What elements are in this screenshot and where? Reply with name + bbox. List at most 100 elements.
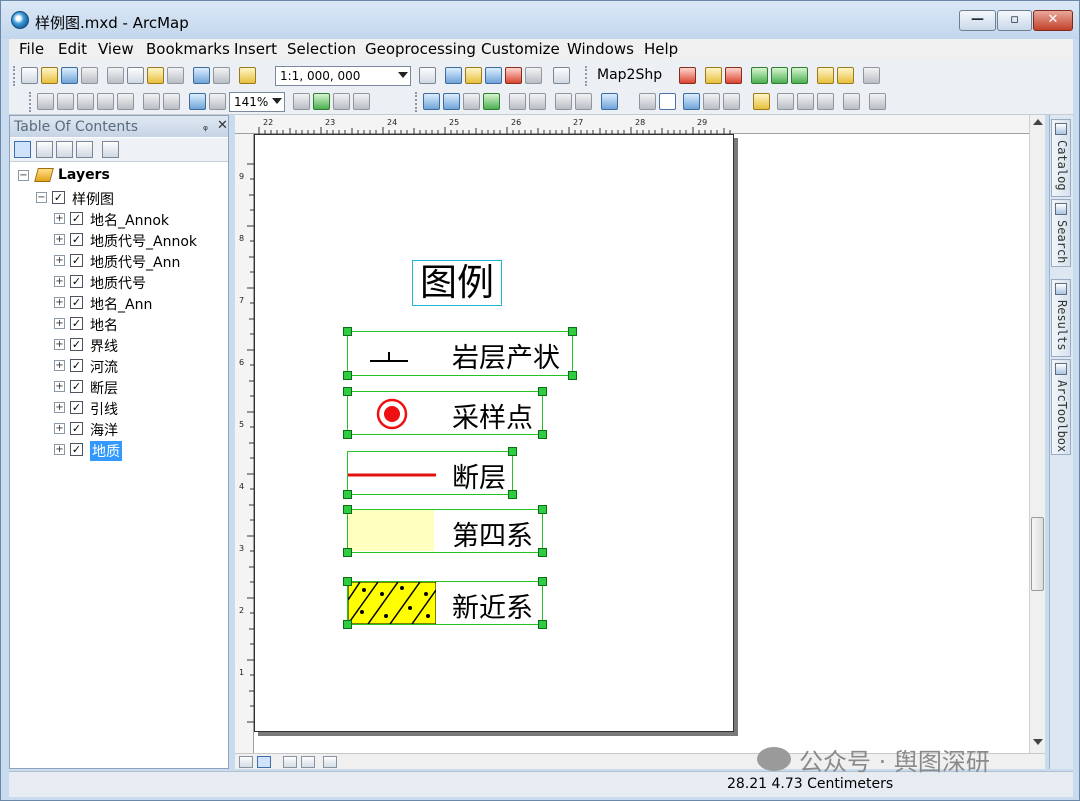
layer-row[interactable]: + ✓ 地名_Ann — [16, 293, 216, 313]
find-binoculars-icon[interactable] — [777, 93, 794, 110]
viewer-window-icon[interactable] — [869, 93, 886, 110]
expand-icon[interactable]: + — [54, 255, 65, 266]
selection-handle[interactable] — [538, 430, 547, 439]
menu-geoprocessing[interactable]: Geoprocessing — [365, 40, 476, 58]
go-back-extent-icon[interactable] — [189, 93, 206, 110]
menu-file[interactable]: File — [19, 40, 44, 58]
fixed-zoom-in-icon[interactable] — [143, 93, 160, 110]
legend-title[interactable]: 图例 — [412, 260, 502, 306]
dock-tab-catalog[interactable]: Catalog — [1051, 119, 1071, 197]
expand-icon[interactable]: + — [54, 318, 65, 329]
map2shp-convert-icon[interactable] — [837, 67, 854, 84]
layout-zoom-out-icon[interactable] — [57, 93, 74, 110]
layer-row-selected[interactable]: + ✓ 地质 — [16, 440, 216, 461]
vertical-scrollbar[interactable] — [1029, 115, 1045, 755]
redo-icon[interactable] — [213, 67, 230, 84]
zoom-100-percent-icon[interactable] — [117, 93, 134, 110]
identify-icon[interactable] — [683, 93, 700, 110]
menu-windows[interactable]: Windows — [567, 40, 634, 58]
layer-visibility-checkbox[interactable]: ✓ — [70, 317, 83, 330]
map2shp-close-icon[interactable] — [725, 67, 742, 84]
selection-handle[interactable] — [538, 577, 547, 586]
selection-handle[interactable] — [343, 371, 352, 380]
layer-row[interactable]: + ✓ 地名_Annok — [16, 209, 216, 229]
maximize-button[interactable]: ▫ — [997, 10, 1032, 31]
map2shp-menu[interactable]: Map2Shp — [597, 67, 662, 83]
layer-row[interactable]: + ✓ 海洋 — [16, 419, 216, 439]
map2shp-settings-icon[interactable] — [863, 67, 880, 84]
paste-icon[interactable] — [147, 67, 164, 84]
menu-insert[interactable]: Insert — [234, 40, 277, 58]
layer-row[interactable]: + ✓ 河流 — [16, 356, 216, 376]
scroll-down-icon[interactable] — [1033, 739, 1043, 745]
selection-handle[interactable] — [343, 430, 352, 439]
add-data-icon[interactable] — [239, 67, 256, 84]
layout-zoom-combo[interactable]: 141% — [229, 92, 285, 112]
cut-icon[interactable] — [107, 67, 124, 84]
go-to-xy-icon[interactable] — [817, 93, 834, 110]
layout-pan-icon[interactable] — [77, 93, 94, 110]
undo-icon[interactable] — [193, 67, 210, 84]
selection-handle[interactable] — [538, 387, 547, 396]
expand-icon[interactable]: + — [54, 339, 65, 350]
map2shp-remove-icon[interactable] — [679, 67, 696, 84]
hyperlink-icon[interactable] — [703, 93, 720, 110]
list-by-visibility-icon[interactable] — [56, 141, 73, 158]
close-button[interactable]: ✕ — [1033, 10, 1073, 31]
focus-data-frame-icon[interactable] — [313, 93, 330, 110]
layer-visibility-checkbox[interactable]: ✓ — [70, 401, 83, 414]
pin-icon[interactable]: ᵩ — [203, 119, 208, 133]
layout-page[interactable]: 图例 岩层产状 采样点 断层 第四系 新近系 — [254, 134, 734, 732]
arctoolbox-window-icon[interactable] — [505, 67, 522, 84]
layer-row[interactable]: + ✓ 界线 — [16, 335, 216, 355]
menu-customize[interactable]: Customize — [481, 40, 560, 58]
menu-edit[interactable]: Edit — [58, 40, 87, 58]
selection-handle[interactable] — [343, 505, 352, 514]
selection-handle[interactable] — [343, 387, 352, 396]
table-of-contents-window-icon[interactable] — [445, 67, 462, 84]
fixed-zoom-in-map-icon[interactable] — [509, 93, 526, 110]
layer-row[interactable]: + ✓ 地质代号_Annok — [16, 230, 216, 250]
measure-icon[interactable] — [753, 93, 770, 110]
map2shp-layer-2-icon[interactable] — [771, 67, 788, 84]
legend-item-neogene[interactable]: 新近系 — [347, 581, 543, 625]
selection-handle[interactable] — [343, 548, 352, 557]
full-extent-globe-icon[interactable] — [483, 93, 500, 110]
model-builder-icon[interactable] — [553, 67, 570, 84]
minimize-button[interactable]: — — [959, 10, 996, 31]
toolbar-grip[interactable] — [415, 92, 419, 112]
refresh-icon[interactable] — [283, 756, 297, 768]
editor-toolbar-icon[interactable] — [419, 67, 436, 84]
toolbar-grip[interactable] — [29, 92, 33, 112]
layer-visibility-checkbox[interactable]: ✓ — [70, 359, 83, 372]
tree-row-layers[interactable]: − Layers — [16, 166, 216, 186]
layout-zoom-in-icon[interactable] — [37, 93, 54, 110]
toolbar-grip[interactable] — [13, 66, 17, 86]
map2shp-layer-3-icon[interactable] — [791, 67, 808, 84]
data-view-icon[interactable] — [239, 756, 253, 768]
legend-item-sample-point[interactable]: 采样点 — [347, 391, 543, 435]
data-driven-pages-icon[interactable] — [353, 93, 370, 110]
layer-visibility-checkbox[interactable]: ✓ — [70, 275, 83, 288]
find-route-icon[interactable] — [797, 93, 814, 110]
layer-visibility-checkbox[interactable]: ✓ — [70, 443, 83, 456]
expand-icon[interactable]: + — [54, 360, 65, 371]
layer-row[interactable]: + ✓ 断层 — [16, 377, 216, 397]
expand-icon[interactable]: + — [54, 234, 65, 245]
select-features-icon[interactable] — [601, 93, 618, 110]
layer-visibility-checkbox[interactable]: ✓ — [70, 296, 83, 309]
fixed-zoom-out-icon[interactable] — [163, 93, 180, 110]
expand-icon[interactable]: + — [54, 444, 65, 455]
menu-view[interactable]: View — [98, 40, 134, 58]
expand-icon[interactable]: + — [54, 276, 65, 287]
copy-icon[interactable] — [127, 67, 144, 84]
catalog-window-icon[interactable] — [465, 67, 482, 84]
zoom-whole-page-icon[interactable] — [97, 93, 114, 110]
selection-handle[interactable] — [538, 505, 547, 514]
search-window-icon[interactable] — [485, 67, 502, 84]
expand-icon[interactable]: + — [54, 297, 65, 308]
legend-item-strike-dip[interactable]: 岩层产状 — [347, 331, 573, 376]
map2shp-open-icon[interactable] — [705, 67, 722, 84]
menu-help[interactable]: Help — [644, 40, 678, 58]
toggle-draft-mode-icon[interactable] — [293, 93, 310, 110]
